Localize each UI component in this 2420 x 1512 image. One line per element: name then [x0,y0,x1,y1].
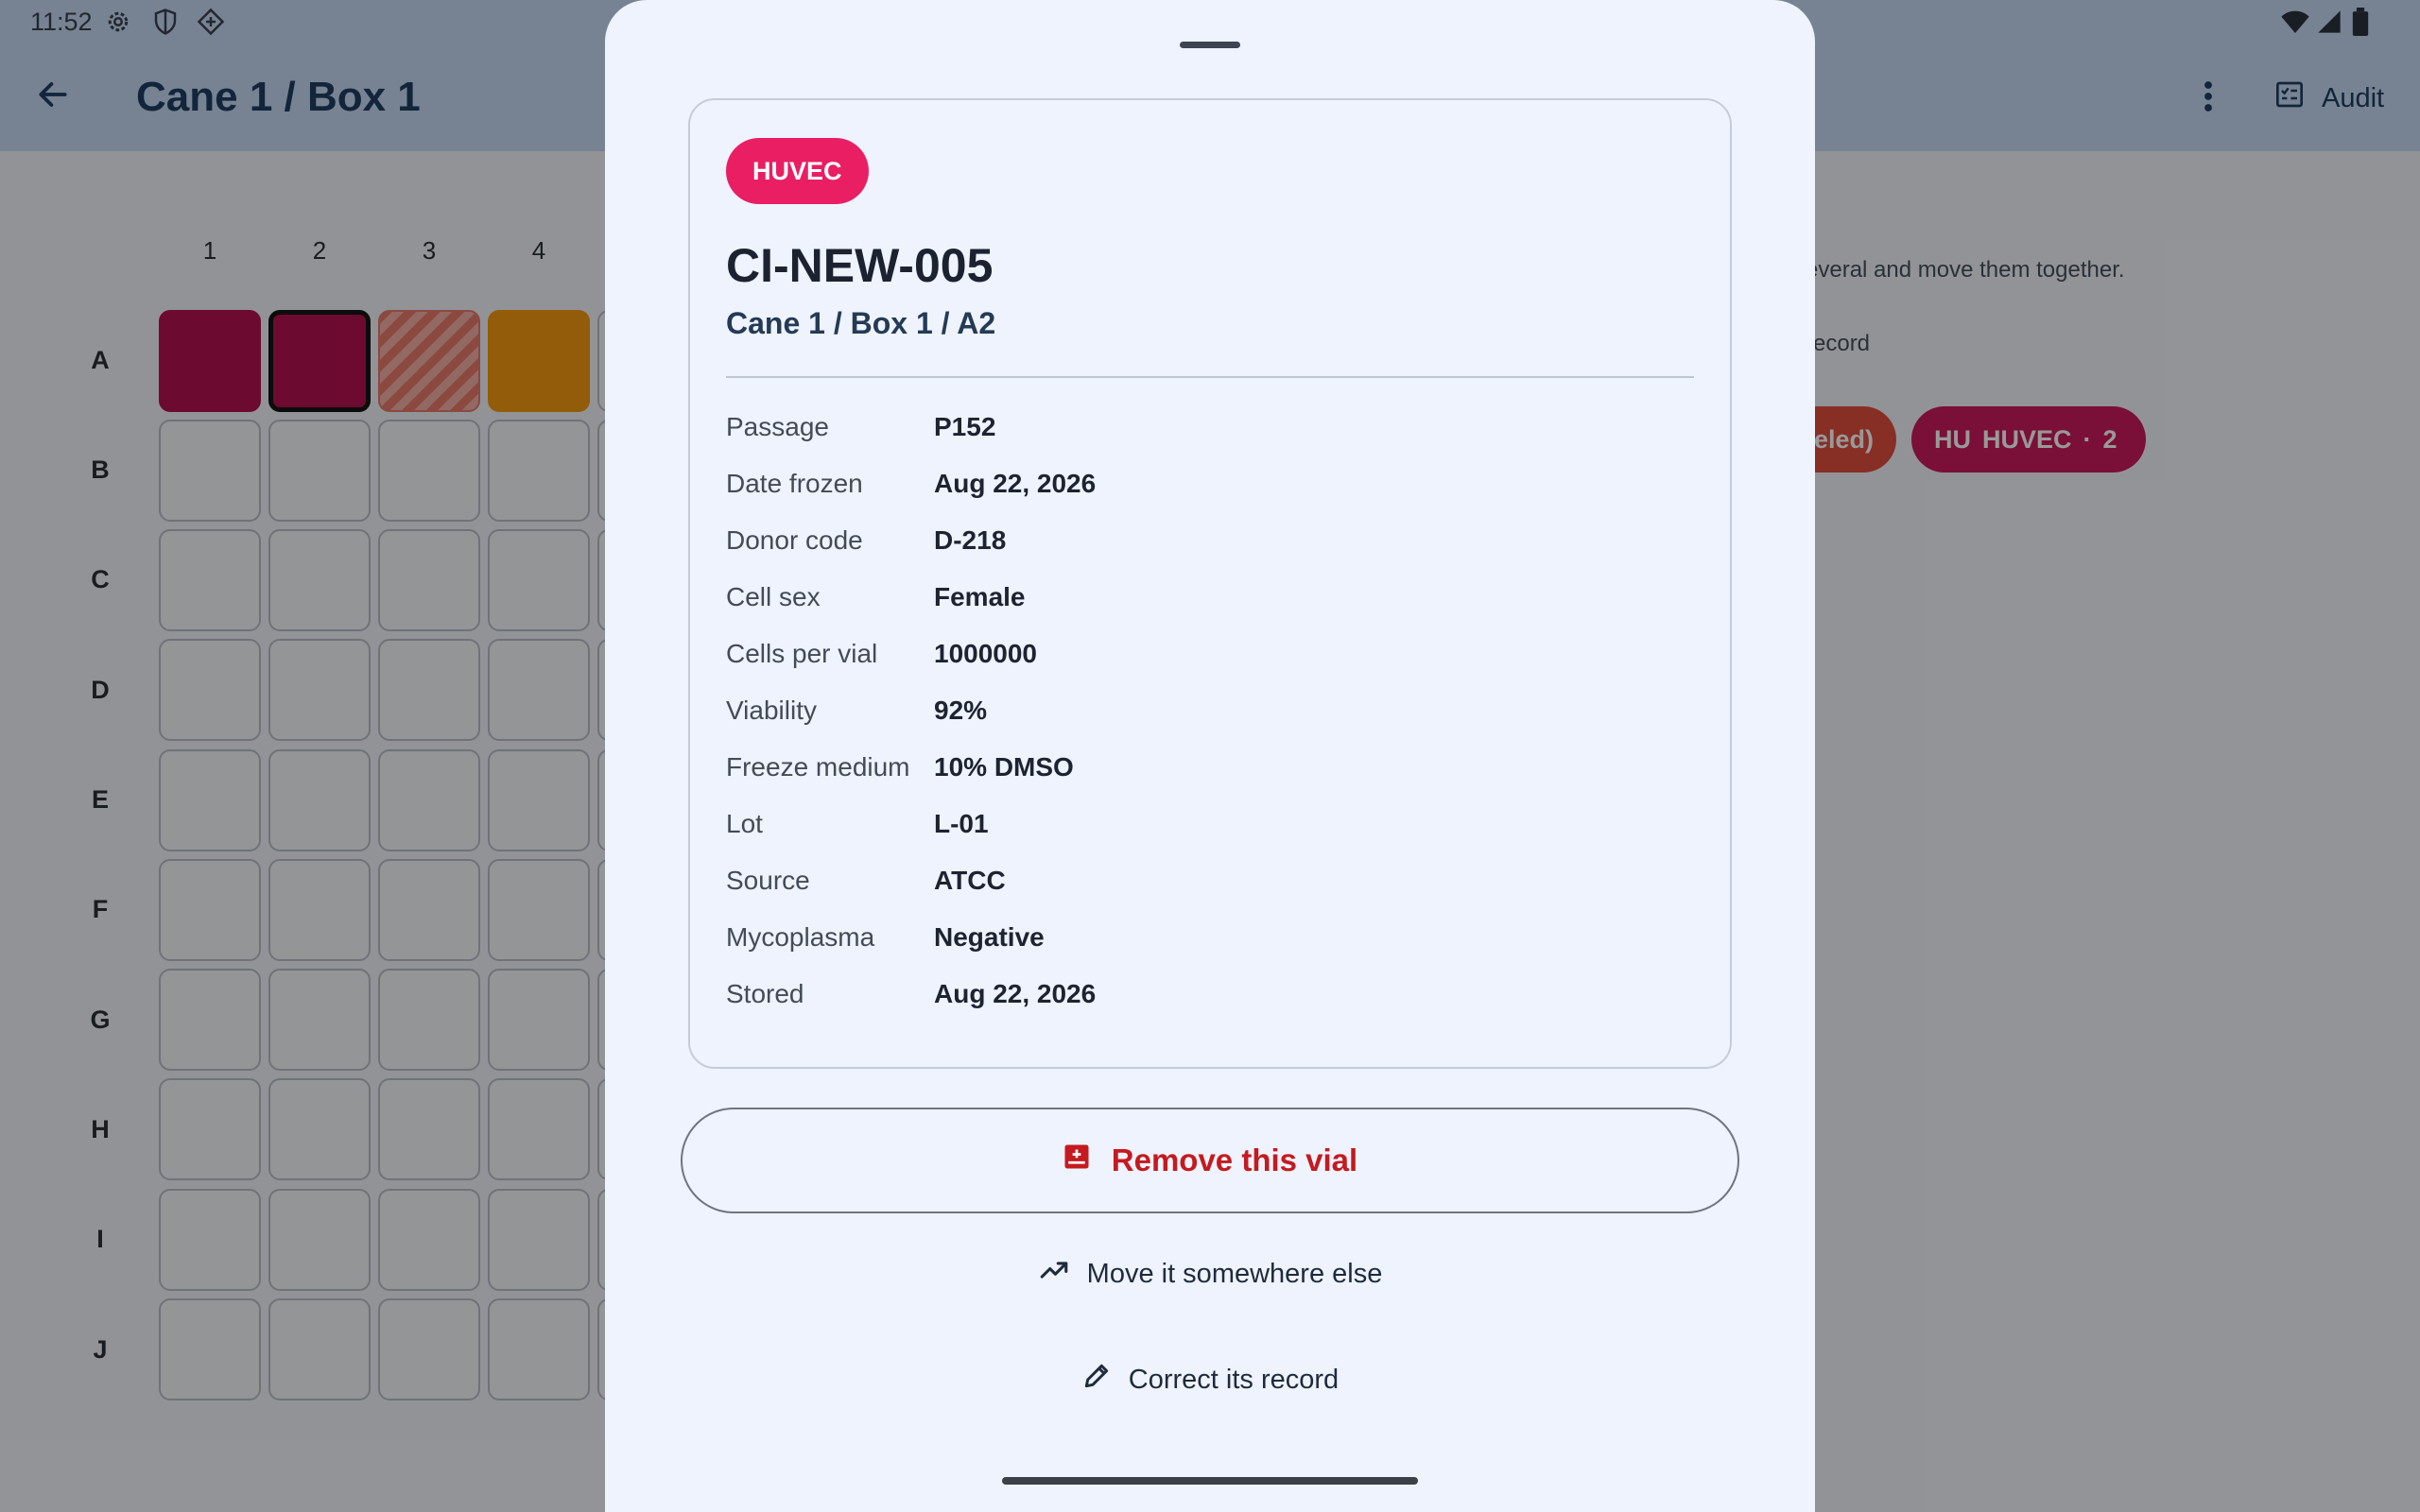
field-label: Stored [726,979,804,1008]
field-label: Freeze medium [726,752,910,782]
field-value: 10% DMSO [934,752,1074,782]
field-label: Mycoplasma [726,922,875,952]
move-vial-button[interactable]: Move it somewhere else [605,1241,1815,1307]
field-label: Donor code [726,525,863,555]
vial-location: Cane 1 / Box 1 / A2 [726,306,996,340]
field-label: Date frozen [726,469,863,498]
field-value: 92% [934,696,988,725]
move-vial-label: Move it somewhere else [1086,1258,1383,1289]
vial-info-card: HUVEC CI-NEW-005 Cane 1 / Box 1 / A2 Pas… [688,98,1732,1069]
field-value: ATCC [934,866,1006,895]
correct-record-button[interactable]: Correct its record [605,1347,1815,1413]
vial-id: CI-NEW-005 [726,239,994,292]
remove-vial-icon [1063,1143,1091,1178]
field-label: Viability [726,696,817,725]
field-value: P152 [934,412,996,441]
remove-vial-button[interactable]: Remove this vial [681,1108,1739,1213]
field-label: Lot [726,809,763,838]
drag-handle[interactable] [1180,42,1240,48]
gesture-nav-bar[interactable] [1002,1477,1418,1485]
vial-detail-sheet: HUVEC CI-NEW-005 Cane 1 / Box 1 / A2 Pas… [605,0,1815,1512]
field-label: Passage [726,412,829,441]
divider [726,376,1694,378]
field-value: D-218 [934,525,1007,555]
field-value: Female [934,582,1026,611]
pencil-icon [1081,1361,1112,1399]
field-value: 1000000 [934,639,1038,668]
cell-line-tag: HUVEC [726,138,869,204]
field-label: Cell sex [726,582,821,611]
field-label: Cells per vial [726,639,878,668]
field-value: Aug 22, 2026 [934,979,1097,1008]
correct-record-label: Correct its record [1128,1364,1340,1395]
remove-vial-label: Remove this vial [1111,1143,1358,1177]
field-value: Negative [934,922,1045,952]
trending-up-icon [1038,1254,1070,1294]
field-value: Aug 22, 2026 [934,469,1097,498]
field-value: L-01 [934,809,989,838]
field-label: Source [726,866,810,895]
